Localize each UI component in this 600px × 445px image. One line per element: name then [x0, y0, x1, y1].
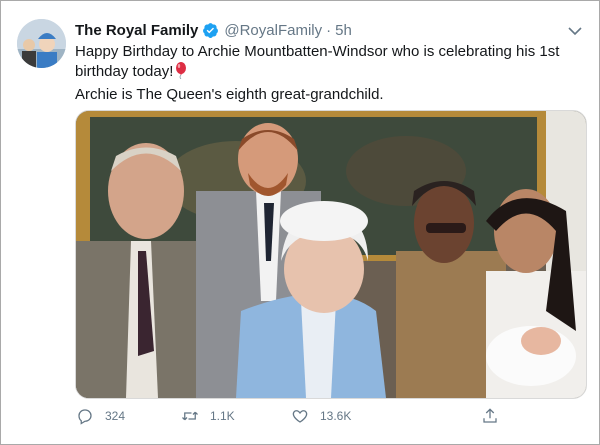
- author-handle[interactable]: @RoyalFamily: [224, 22, 322, 39]
- retweet-count: 1.1K: [210, 409, 235, 423]
- avatar[interactable]: [17, 19, 66, 68]
- heart-icon: [290, 406, 310, 426]
- avatar-photo: [17, 19, 66, 68]
- like-count: 13.6K: [320, 409, 352, 423]
- reply-button[interactable]: 324: [75, 404, 125, 428]
- like-button[interactable]: 13.6K: [290, 404, 351, 428]
- tweet-photo[interactable]: [75, 110, 587, 399]
- retweet-button[interactable]: 1.1K: [180, 404, 235, 428]
- reply-icon: [75, 406, 95, 426]
- tweet-text-line1: Happy Birthday to Archie Mountbatten-Win…: [75, 42, 585, 85]
- reply-count: 324: [105, 409, 126, 423]
- share-button[interactable]: [480, 404, 500, 428]
- tweet-text: Happy Birthday to Archie Mountbatten-Win…: [75, 42, 585, 105]
- tweet-actions: 324 1.1K 13.6K: [75, 404, 505, 428]
- retweet-icon: [180, 406, 200, 426]
- balloon-emoji-icon: [175, 62, 187, 85]
- tweet-header: The Royal Family @RoyalFamily · 5h: [75, 20, 352, 40]
- separator-dot: ·: [326, 21, 332, 39]
- tweet-text-body: Happy Birthday to Archie Mountbatten-Win…: [75, 43, 560, 80]
- verified-badge-icon: [202, 22, 219, 39]
- author-name[interactable]: The Royal Family: [75, 22, 198, 39]
- tweet-text-line2: Archie is The Queen's eighth great-grand…: [75, 86, 384, 103]
- chevron-down-icon[interactable]: [566, 22, 584, 40]
- royal-family-photo: [76, 111, 586, 398]
- share-icon: [480, 406, 500, 426]
- timestamp[interactable]: 5h: [335, 22, 352, 39]
